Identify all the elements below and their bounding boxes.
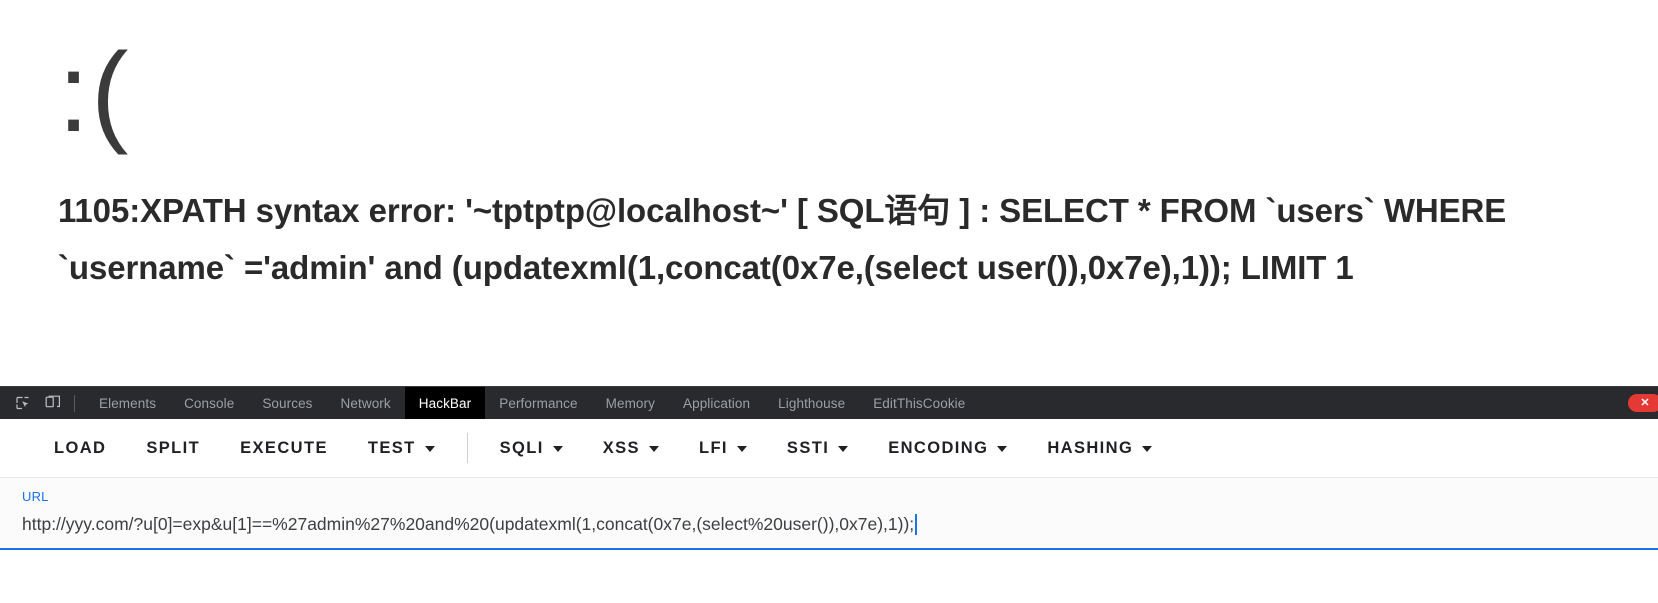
toolbar-divider (466, 433, 468, 463)
tab-sources[interactable]: Sources (248, 387, 326, 419)
toolbar-divider (74, 394, 75, 412)
inspect-element-icon[interactable] (8, 390, 38, 416)
device-toolbar-icon[interactable] (38, 390, 68, 416)
hackbar-sqli-menu[interactable]: SQLI (480, 428, 583, 468)
tab-network[interactable]: Network (327, 387, 405, 419)
hackbar-encoding-label: ENCODING (888, 438, 989, 457)
chevron-down-icon (997, 446, 1008, 452)
text-cursor (915, 513, 917, 535)
browser-response-area: :( 1105:XPATH syntax error: '~tptptp@loc… (0, 0, 1658, 386)
tab-memory[interactable]: Memory (592, 387, 669, 419)
hackbar-test-menu[interactable]: TEST (348, 428, 455, 468)
hackbar-split-button[interactable]: SPLIT (126, 428, 220, 468)
url-input-value: http://yyy.com/?u[0]=exp&u[1]==%27admin%… (22, 514, 915, 534)
devtools-status-area: ✕ (1618, 387, 1658, 419)
tab-editthiscookie[interactable]: EditThisCookie (859, 387, 979, 419)
hackbar-execute-button[interactable]: EXECUTE (220, 428, 348, 468)
hackbar-load-label: LOAD (54, 438, 107, 457)
hackbar-ssti-menu[interactable]: SSTI (767, 428, 868, 468)
hackbar-execute-label: EXECUTE (240, 438, 328, 457)
hackbar-hashing-menu[interactable]: HASHING (1027, 428, 1172, 468)
tab-application[interactable]: Application (669, 387, 764, 419)
error-badge-label: ✕ (1640, 396, 1650, 409)
devtools-toolbar-icons (0, 387, 85, 419)
hackbar-test-label: TEST (367, 438, 416, 457)
hackbar-encoding-menu[interactable]: ENCODING (868, 428, 1027, 468)
chevron-down-icon (736, 446, 747, 452)
hackbar-lfi-menu[interactable]: LFI (679, 428, 767, 468)
devtools-tab-list: Elements Console Sources Network HackBar… (85, 387, 1618, 419)
hackbar-xss-menu[interactable]: XSS (583, 428, 679, 468)
chevron-down-icon (552, 446, 563, 452)
hackbar-lfi-label: LFI (698, 438, 728, 457)
tab-lighthouse[interactable]: Lighthouse (764, 387, 859, 419)
hackbar-sqli-label: SQLI (499, 438, 544, 457)
tab-performance[interactable]: Performance (485, 387, 591, 419)
devtools-tabbar: Elements Console Sources Network HackBar… (0, 387, 1658, 419)
hackbar-toolbar: LOAD SPLIT EXECUTE TEST SQLI XSS LFI SST… (0, 419, 1658, 478)
devtools-panel: Elements Console Sources Network HackBar… (0, 386, 1658, 603)
tab-console[interactable]: Console (170, 387, 248, 419)
hackbar-load-button[interactable]: LOAD (34, 428, 126, 468)
url-input[interactable]: http://yyy.com/?u[0]=exp&u[1]==%27admin%… (22, 512, 1638, 536)
sql-error-message: 1105:XPATH syntax error: '~tptptp@localh… (58, 192, 1507, 286)
hackbar-ssti-label: SSTI (786, 438, 830, 457)
url-field-container[interactable]: URL http://yyy.com/?u[0]=exp&u[1]==%27ad… (0, 478, 1658, 550)
chevron-down-icon (424, 446, 435, 452)
chevron-down-icon (838, 446, 849, 452)
tab-elements[interactable]: Elements (85, 387, 170, 419)
hackbar-hashing-label: HASHING (1047, 438, 1134, 457)
hackbar-xss-label: XSS (602, 438, 640, 457)
url-field-label: URL (22, 489, 49, 504)
tab-hackbar[interactable]: HackBar (404, 387, 486, 419)
chevron-down-icon (648, 446, 659, 452)
sad-face-glyph: :( (58, 30, 131, 155)
error-count-badge[interactable]: ✕ (1628, 394, 1658, 412)
hackbar-split-label: SPLIT (146, 438, 201, 457)
chevron-down-icon (1142, 446, 1153, 452)
